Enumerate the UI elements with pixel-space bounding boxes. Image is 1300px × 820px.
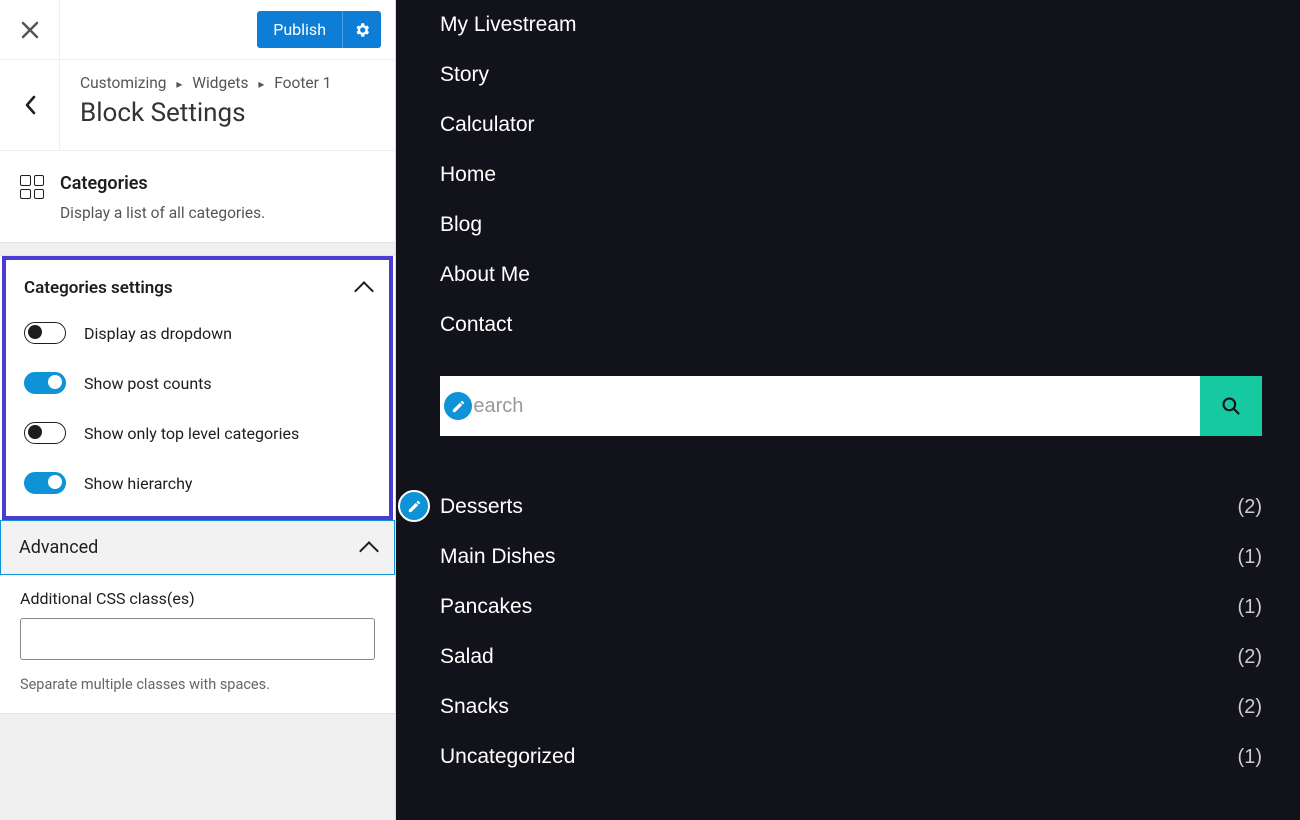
publish-group: Publish — [257, 11, 381, 48]
advanced-panel: Advanced — [0, 520, 395, 575]
category-count: (2) — [1238, 496, 1262, 519]
category-count: (2) — [1238, 696, 1262, 719]
categories-settings-panel: Categories settings Display as dropdown … — [2, 256, 393, 520]
close-button[interactable] — [0, 0, 60, 60]
nav-link[interactable]: Home — [440, 150, 1262, 200]
chevron-up-icon — [359, 541, 379, 561]
css-class-label: Additional CSS class(es) — [20, 589, 375, 608]
category-name: Desserts — [440, 495, 523, 519]
publish-button[interactable]: Publish — [257, 11, 342, 48]
breadcrumb-path: Customizing ▸ Widgets ▸ Footer 1 — [80, 74, 331, 92]
search-widget — [440, 376, 1262, 436]
search-icon — [1221, 396, 1241, 416]
categories-block-icon — [20, 175, 44, 199]
search-button[interactable] — [1200, 376, 1262, 436]
crumb-widgets: Widgets — [192, 74, 248, 92]
footer-nav: My LivestreamStoryCalculatorHomeBlogAbou… — [440, 0, 1262, 350]
categories-settings-header[interactable]: Categories settings — [6, 260, 389, 308]
crumb-footer: Footer 1 — [274, 74, 331, 92]
nav-link[interactable]: Story — [440, 50, 1262, 100]
back-button[interactable] — [0, 60, 60, 150]
panel-title: Categories settings — [24, 278, 173, 298]
category-name: Main Dishes — [440, 545, 556, 569]
category-count: (1) — [1238, 596, 1262, 619]
customizer-sidebar: Publish Customizing ▸ Widgets ▸ Footer 1… — [0, 0, 396, 820]
toggle-label: Display as dropdown — [84, 324, 232, 343]
block-header: Categories Display a list of all categor… — [0, 151, 395, 242]
crumb-separator: ▸ — [176, 77, 182, 91]
toggle-row: Display as dropdown — [6, 308, 389, 358]
gear-icon — [353, 21, 371, 39]
nav-link[interactable]: Calculator — [440, 100, 1262, 150]
categories-widget: Desserts (2) Main Dishes (1) Pancakes (1) Sala… — [440, 482, 1262, 782]
chevron-left-icon — [24, 95, 36, 115]
publish-settings-button[interactable] — [342, 11, 381, 48]
advanced-header[interactable]: Advanced — [1, 521, 394, 574]
nav-link[interactable]: Blog — [440, 200, 1262, 250]
category-link[interactable]: Main Dishes (1) — [440, 532, 1262, 582]
category-link[interactable]: Desserts (2) — [440, 482, 1262, 532]
sidebar-bottom — [0, 713, 395, 820]
category-name: Pancakes — [440, 595, 532, 619]
topbar: Publish — [0, 0, 395, 60]
css-class-input[interactable] — [20, 618, 375, 660]
css-class-field-group: Additional CSS class(es) — [0, 575, 395, 670]
breadcrumb: Customizing ▸ Widgets ▸ Footer 1 Block S… — [60, 60, 351, 146]
block-title: Categories — [60, 173, 265, 194]
category-name: Salad — [440, 645, 494, 669]
toggle-0[interactable] — [24, 322, 66, 344]
advanced-title: Advanced — [19, 537, 98, 558]
pencil-icon — [451, 399, 466, 414]
category-link[interactable]: Snacks (2) — [440, 682, 1262, 732]
category-count: (2) — [1238, 646, 1262, 669]
crumb-separator: ▸ — [258, 77, 264, 91]
nav-link[interactable]: My Livestream — [440, 0, 1262, 50]
category-name: Snacks — [440, 695, 509, 719]
toggle-row: Show hierarchy — [6, 458, 389, 516]
toggle-row: Show post counts — [6, 358, 389, 408]
site-preview: My LivestreamStoryCalculatorHomeBlogAbou… — [396, 0, 1300, 820]
toggle-3[interactable] — [24, 472, 66, 494]
category-count: (1) — [1238, 546, 1262, 569]
page-title: Block Settings — [80, 98, 331, 128]
close-icon — [21, 21, 39, 39]
panel-gap — [0, 242, 395, 256]
toggle-label: Show hierarchy — [84, 474, 192, 493]
crumb-customizing: Customizing — [80, 74, 166, 92]
pencil-icon — [407, 499, 422, 514]
toggle-1[interactable] — [24, 372, 66, 394]
toggle-2[interactable] — [24, 422, 66, 444]
toggle-label: Show post counts — [84, 374, 212, 393]
search-input[interactable] — [440, 376, 1200, 436]
category-link[interactable]: Uncategorized (1) — [440, 732, 1262, 782]
chevron-up-icon — [354, 281, 374, 301]
nav-link[interactable]: About Me — [440, 250, 1262, 300]
category-link[interactable]: Pancakes (1) — [440, 582, 1262, 632]
block-description: Display a list of all categories. — [60, 204, 265, 222]
toggle-label: Show only top level categories — [84, 424, 299, 443]
edit-widget-button[interactable] — [442, 390, 474, 422]
breadcrumb-row: Customizing ▸ Widgets ▸ Footer 1 Block S… — [0, 60, 395, 151]
css-class-help: Separate multiple classes with spaces. — [0, 670, 395, 713]
category-link[interactable]: Salad (2) — [440, 632, 1262, 682]
edit-widget-button[interactable] — [398, 490, 430, 522]
nav-link[interactable]: Contact — [440, 300, 1262, 350]
toggle-row: Show only top level categories — [6, 408, 389, 458]
category-count: (1) — [1238, 746, 1262, 769]
category-name: Uncategorized — [440, 745, 575, 769]
